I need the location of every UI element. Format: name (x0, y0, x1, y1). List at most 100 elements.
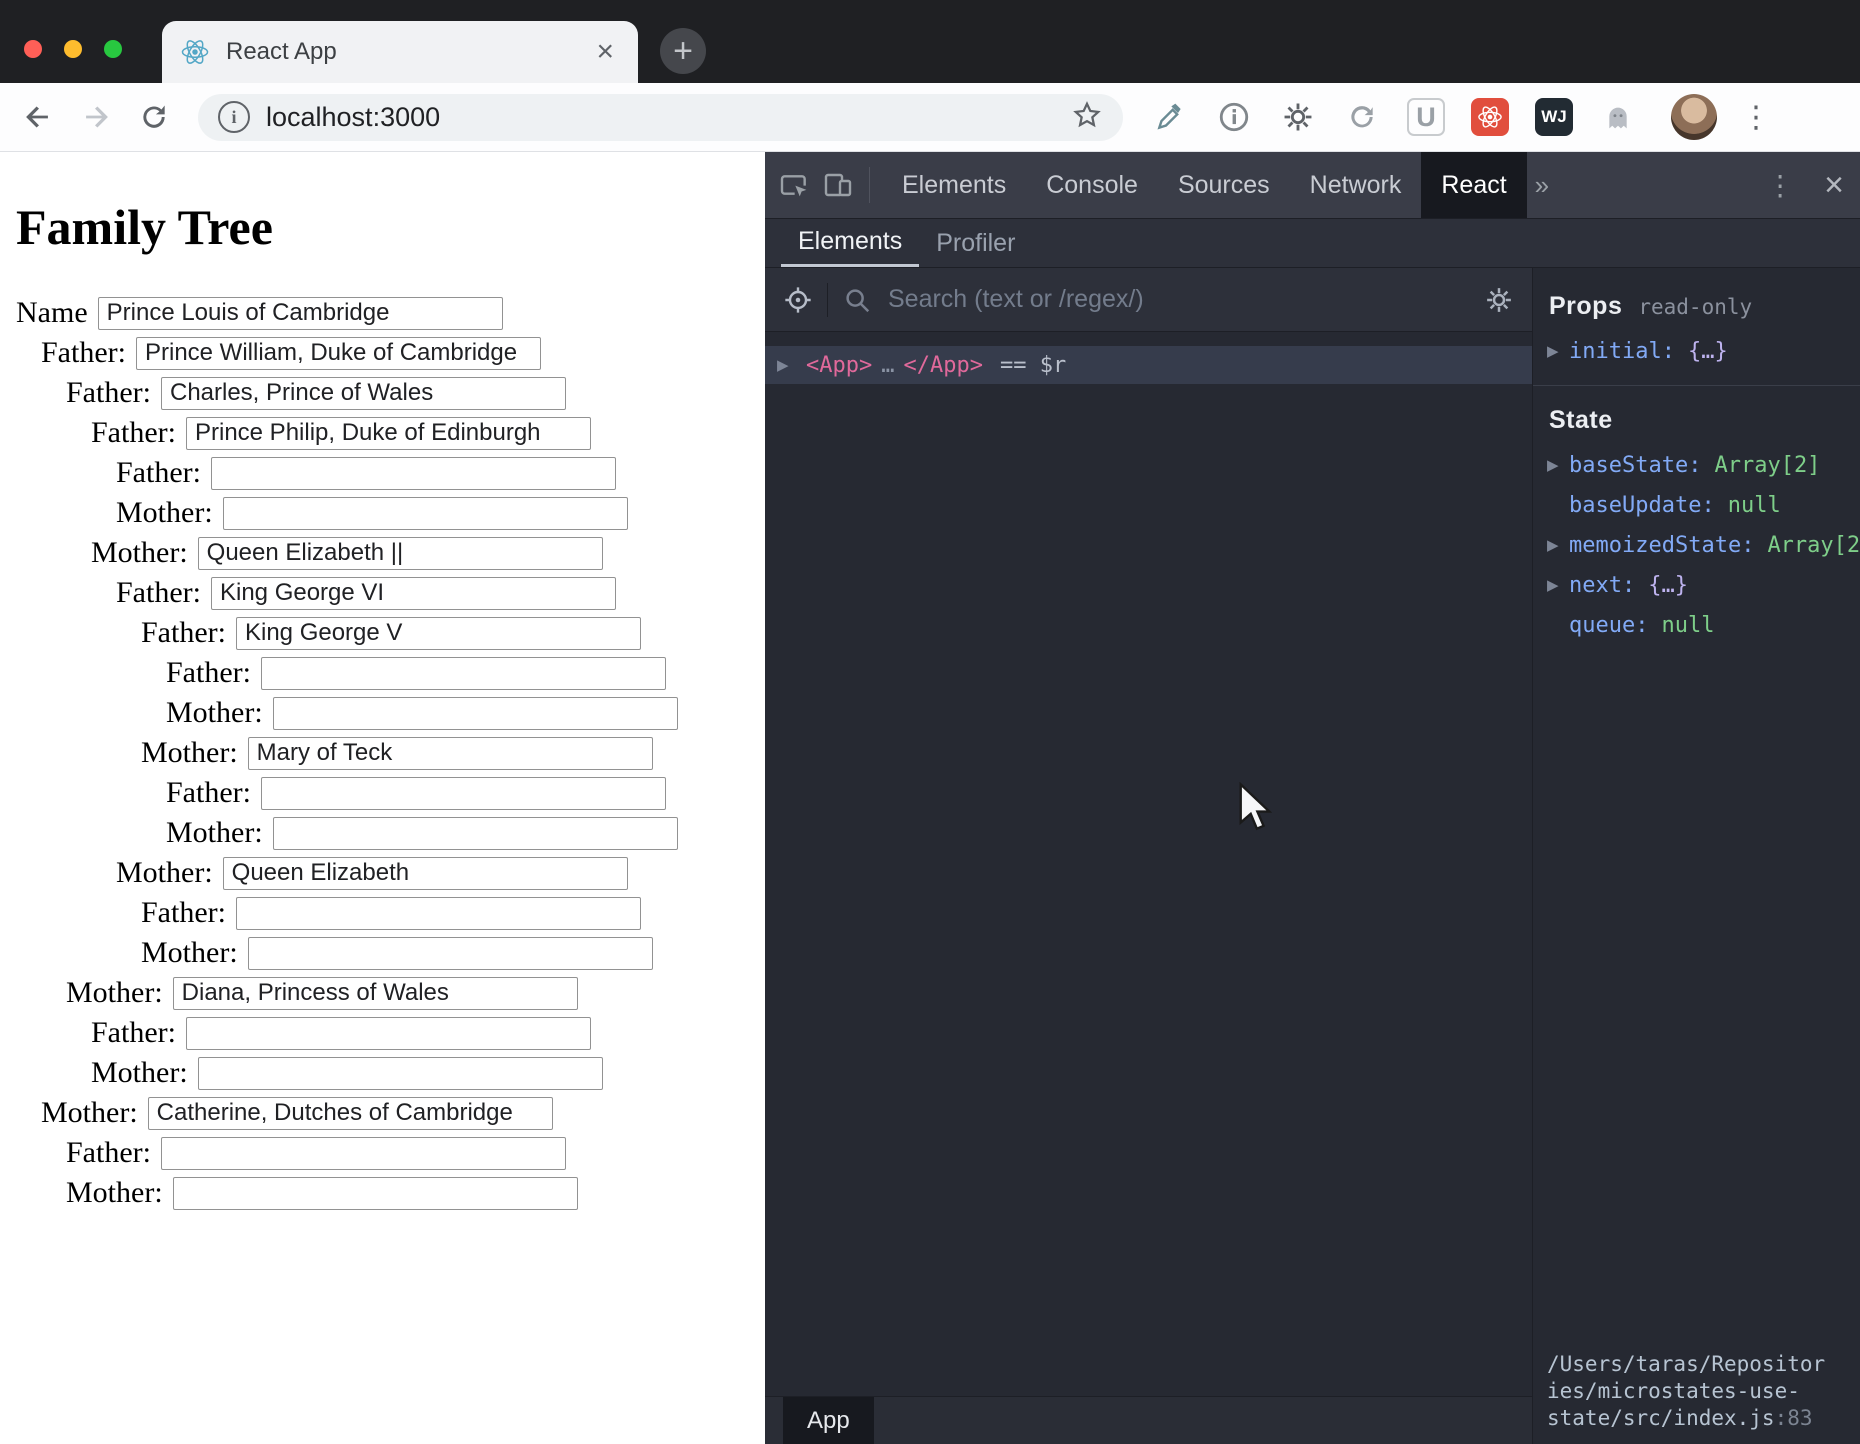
field-label: Mother: (66, 1176, 163, 1210)
field-input[interactable] (261, 777, 666, 810)
field-input[interactable] (173, 1177, 578, 1210)
source-file: state/src/index.js (1547, 1406, 1775, 1430)
expand-arrow-icon[interactable]: ▶ (1547, 536, 1569, 554)
state-row[interactable]: ▶ baseState Array[2] (1533, 445, 1860, 485)
devtools-tab-network[interactable]: Network (1290, 152, 1422, 218)
field-label: Mother: (141, 936, 238, 970)
field-input[interactable] (98, 297, 503, 330)
state-row[interactable]: ▶ baseUpdate null (1533, 485, 1860, 525)
prop-row[interactable]: ▶ initial {…} (1533, 331, 1860, 371)
refresh-extension-icon[interactable] (1343, 98, 1381, 136)
field-label: Father: (116, 456, 201, 490)
device-toolbar-icon[interactable] (821, 168, 855, 202)
state-row[interactable]: ▶ next {…} (1533, 565, 1860, 605)
browser-tab[interactable]: React App × (162, 21, 638, 83)
state-row[interactable]: ▶ queue null (1533, 605, 1860, 645)
new-tab-button[interactable]: + (660, 28, 706, 74)
field-label: Father: (91, 1016, 176, 1050)
devtools-tab-elements[interactable]: Elements (882, 152, 1026, 218)
state-value: {…} (1648, 573, 1688, 598)
field-input[interactable] (236, 897, 641, 930)
reload-button[interactable] (134, 97, 174, 137)
page-title: Family Tree (16, 198, 765, 256)
props-header: Props read-only (1533, 268, 1860, 331)
field-label: Name (16, 296, 88, 330)
more-tabs-icon[interactable]: » (1535, 170, 1549, 201)
field-row: Father: (91, 1016, 765, 1050)
inspect-element-icon[interactable] (777, 168, 811, 202)
expand-arrow-icon[interactable]: ▶ (1547, 576, 1569, 594)
site-info-icon[interactable]: i (218, 101, 250, 133)
field-input[interactable] (273, 697, 678, 730)
field-row: Father: (166, 776, 765, 810)
field-input[interactable] (173, 977, 578, 1010)
devtools-close-icon[interactable]: × (1824, 168, 1844, 202)
url-text[interactable]: localhost:3000 (266, 102, 1071, 133)
field-row: Father: (141, 896, 765, 930)
source-location[interactable]: /Users/taras/Repositor ies/microstates-u… (1533, 1351, 1860, 1444)
field-input[interactable] (211, 577, 616, 610)
field-label: Mother: (66, 976, 163, 1010)
field-input[interactable] (248, 737, 653, 770)
close-window-button[interactable] (24, 40, 42, 58)
info-extension-icon[interactable] (1215, 98, 1253, 136)
profile-avatar[interactable] (1671, 94, 1717, 140)
devtools-tab-console[interactable]: Console (1026, 152, 1158, 218)
ghost-extension-icon[interactable] (1599, 98, 1637, 136)
field-label: Mother: (116, 856, 213, 890)
zoom-window-button[interactable] (104, 40, 122, 58)
field-input[interactable] (186, 1017, 591, 1050)
minimize-window-button[interactable] (64, 40, 82, 58)
gear-extension-icon[interactable] (1279, 98, 1317, 136)
field-input[interactable] (148, 1097, 553, 1130)
u-extension-icon[interactable]: U (1407, 98, 1445, 136)
tab-close-icon[interactable]: × (590, 37, 620, 67)
field-input[interactable] (223, 497, 628, 530)
field-row: Mother: (66, 976, 765, 1010)
search-divider (827, 283, 828, 317)
subtab-elements[interactable]: Elements (781, 219, 919, 267)
state-row[interactable]: ▶ memoizedState Array[2] (1533, 525, 1860, 565)
bookmark-star-icon[interactable] (1071, 99, 1103, 136)
field-row: Father: (66, 376, 765, 410)
expand-arrow-icon[interactable]: ▶ (777, 356, 797, 374)
breadcrumb-app[interactable]: App (783, 1397, 874, 1444)
subtab-profiler[interactable]: Profiler (919, 219, 1032, 267)
devtools-tab-sources[interactable]: Sources (1158, 152, 1290, 218)
tree-row-app[interactable]: ▶ <App> … </App> == $r (765, 346, 1532, 384)
devtools-search-input[interactable] (886, 284, 1470, 315)
field-input[interactable] (211, 457, 616, 490)
browser-menu-icon[interactable]: ⋮ (1741, 100, 1771, 135)
field-row: Mother: (116, 496, 765, 530)
field-input[interactable] (186, 417, 591, 450)
wj-extension-icon[interactable]: WJ (1535, 98, 1573, 136)
forward-button[interactable] (76, 97, 116, 137)
readonly-badge: read-only (1638, 295, 1752, 319)
field-input[interactable] (223, 857, 628, 890)
devtools-tab-react[interactable]: React (1421, 152, 1526, 218)
field-input[interactable] (273, 817, 678, 850)
omnibox[interactable]: i localhost:3000 (198, 94, 1123, 141)
field-input[interactable] (198, 537, 603, 570)
field-row: Mother: (116, 856, 765, 890)
element-picker-icon[interactable] (781, 283, 815, 317)
expand-arrow-icon[interactable]: ▶ (1547, 342, 1569, 360)
field-row: Mother: (141, 936, 765, 970)
state-key: baseState (1569, 453, 1701, 478)
expand-arrow-icon[interactable]: ▶ (1547, 456, 1569, 474)
field-input[interactable] (136, 337, 541, 370)
field-input[interactable] (161, 377, 566, 410)
settings-gear-icon[interactable] (1482, 283, 1516, 317)
eyedropper-extension-icon[interactable] (1151, 98, 1189, 136)
console-reference: == $r (1000, 353, 1066, 378)
back-button[interactable] (18, 97, 58, 137)
field-input[interactable] (248, 937, 653, 970)
field-input[interactable] (236, 617, 641, 650)
field-input[interactable] (198, 1057, 603, 1090)
field-input[interactable] (161, 1137, 566, 1170)
field-input[interactable] (261, 657, 666, 690)
devtools-menu-icon[interactable]: ⋮ (1766, 169, 1794, 202)
field-label: Mother: (116, 496, 213, 530)
react-devtools-extension-icon[interactable] (1471, 98, 1509, 136)
extensions-cluster: U WJ (1151, 98, 1637, 136)
